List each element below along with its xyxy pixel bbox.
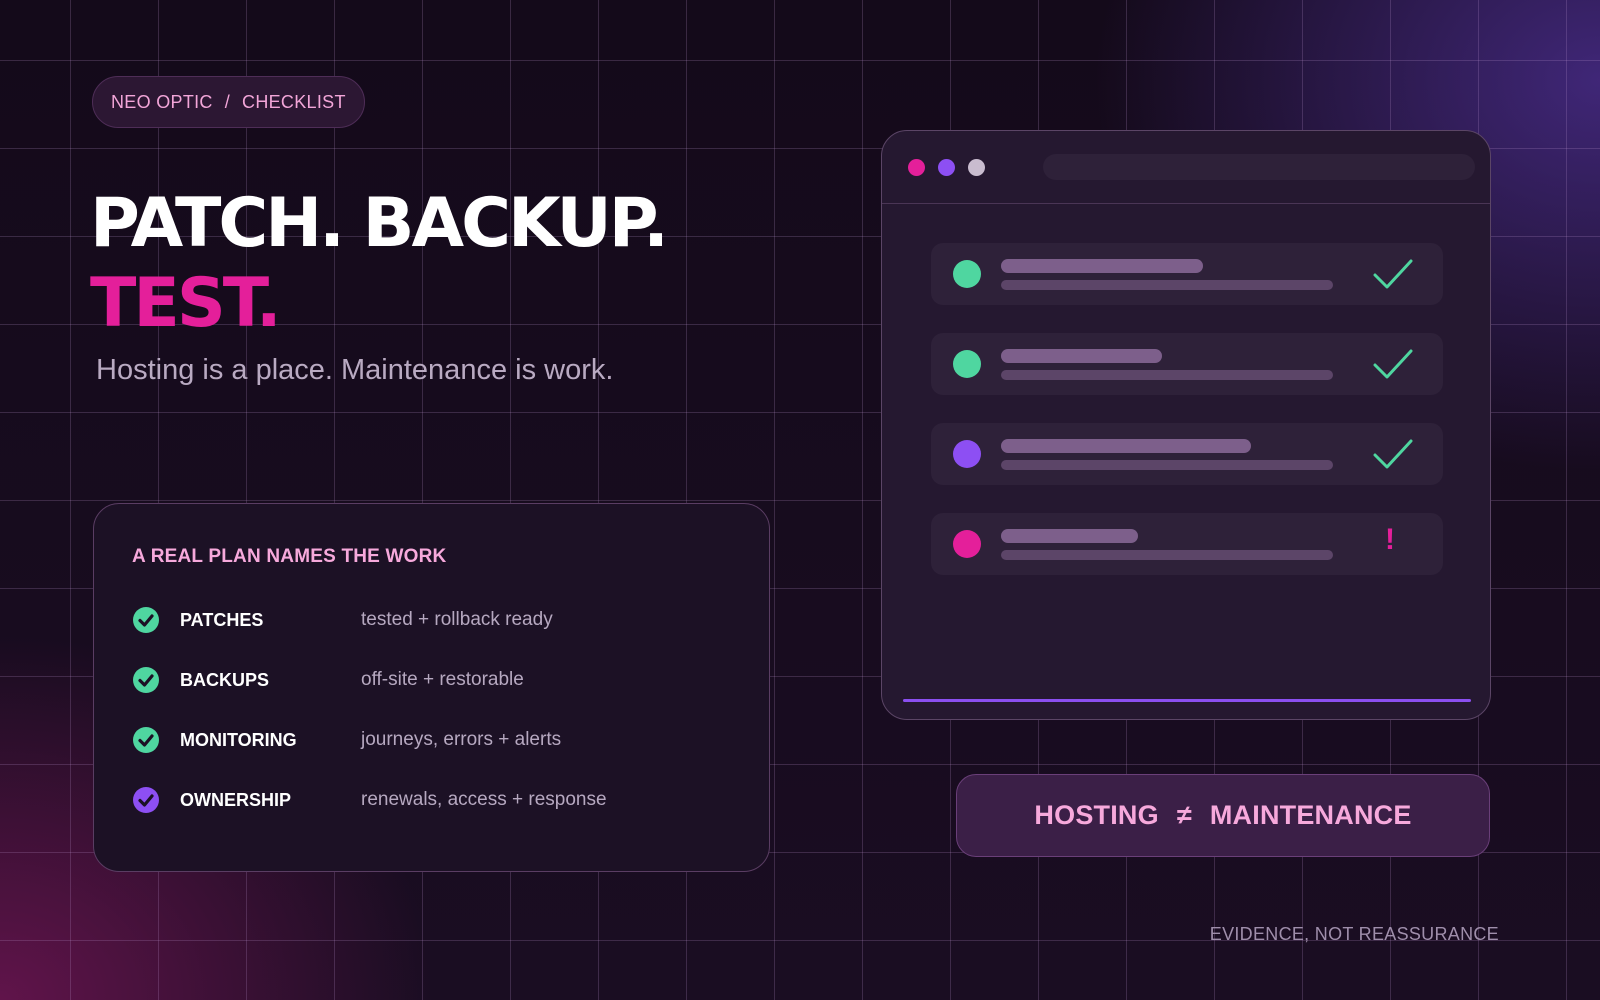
status-dot [953,530,981,558]
task-subtitle-placeholder [1001,280,1333,290]
task-row [931,423,1443,485]
plan-item-name: OWNERSHIP [180,789,292,810]
breadcrumb-separator: / [224,91,231,112]
plan-title: A REAL PLAN NAMES THE WORK [132,546,447,567]
headline-line-2: TEST. [90,264,282,343]
plan-item: PATCHES tested + rollback ready [132,590,731,650]
plan-list: PATCHES tested + rollback ready BACKUPS off… [132,590,731,830]
plan-item-detail: renewals, access + response [361,789,607,810]
subtitle: Hosting is a place. Maintenance is work. [96,354,614,386]
checkmark-icon [1373,259,1413,289]
plan-item-name: MONITORING [180,729,297,750]
task-title-placeholder [1001,259,1203,273]
breadcrumb-section: CHECKLIST [242,91,346,112]
window-dot-close [908,158,925,176]
task-row [931,243,1443,305]
task-title-placeholder [1001,439,1251,453]
badge-left-term: HOSTING [1034,800,1159,830]
progress-bar [903,699,1471,702]
hosting-maintenance-badge: HOSTING ≠ MAINTENANCE [956,774,1490,857]
checkmark-icon [1373,439,1413,469]
task-subtitle-placeholder [1001,460,1333,470]
plan-item-detail: off-site + restorable [361,669,524,690]
breadcrumb: NEO OPTIC / CHECKLIST [92,76,365,128]
badge-right-term: MAINTENANCE [1209,800,1412,830]
checkmark-icon [1373,349,1413,379]
plan-item-name: BACKUPS [180,669,270,690]
task-subtitle-placeholder [1001,550,1333,560]
plan-item-name: PATCHES [180,609,264,630]
task-title-placeholder [1001,349,1162,363]
check-circle-icon [132,666,160,694]
task-title-placeholder [1001,529,1138,543]
plan-item: MONITORING journeys, errors + alerts [132,710,731,770]
window-dot-minimize [938,158,955,176]
status-dot [953,440,981,468]
plan-item: OWNERSHIP renewals, access + response [132,770,731,830]
task-row: ! [931,513,1443,575]
breadcrumb-brand: NEO OPTIC [111,91,213,112]
check-circle-icon [132,606,160,634]
check-circle-icon [132,786,160,814]
address-bar [1043,154,1475,180]
task-row [931,333,1443,395]
plan-item-detail: journeys, errors + alerts [361,729,562,750]
not-equal-sign: ≠ [1176,800,1192,830]
browser-mockup: ! [881,130,1491,720]
window-dot-maximize [968,158,985,176]
footer-tagline: EVIDENCE, NOT REASSURANCE [1209,924,1499,944]
browser-titlebar [882,131,1490,204]
status-dot [953,260,981,288]
headline-line-1: PATCH. BACKUP. [90,184,669,263]
alert-icon: ! [1385,523,1395,556]
status-dot [953,350,981,378]
plan-item: BACKUPS off-site + restorable [132,650,731,710]
check-circle-icon [132,726,160,754]
plan-item-detail: tested + rollback ready [361,609,553,630]
plan-card: A REAL PLAN NAMES THE WORK PATCHES tested… [93,503,770,872]
task-subtitle-placeholder [1001,370,1333,380]
headline: PATCH. BACKUP. TEST. [90,184,669,344]
